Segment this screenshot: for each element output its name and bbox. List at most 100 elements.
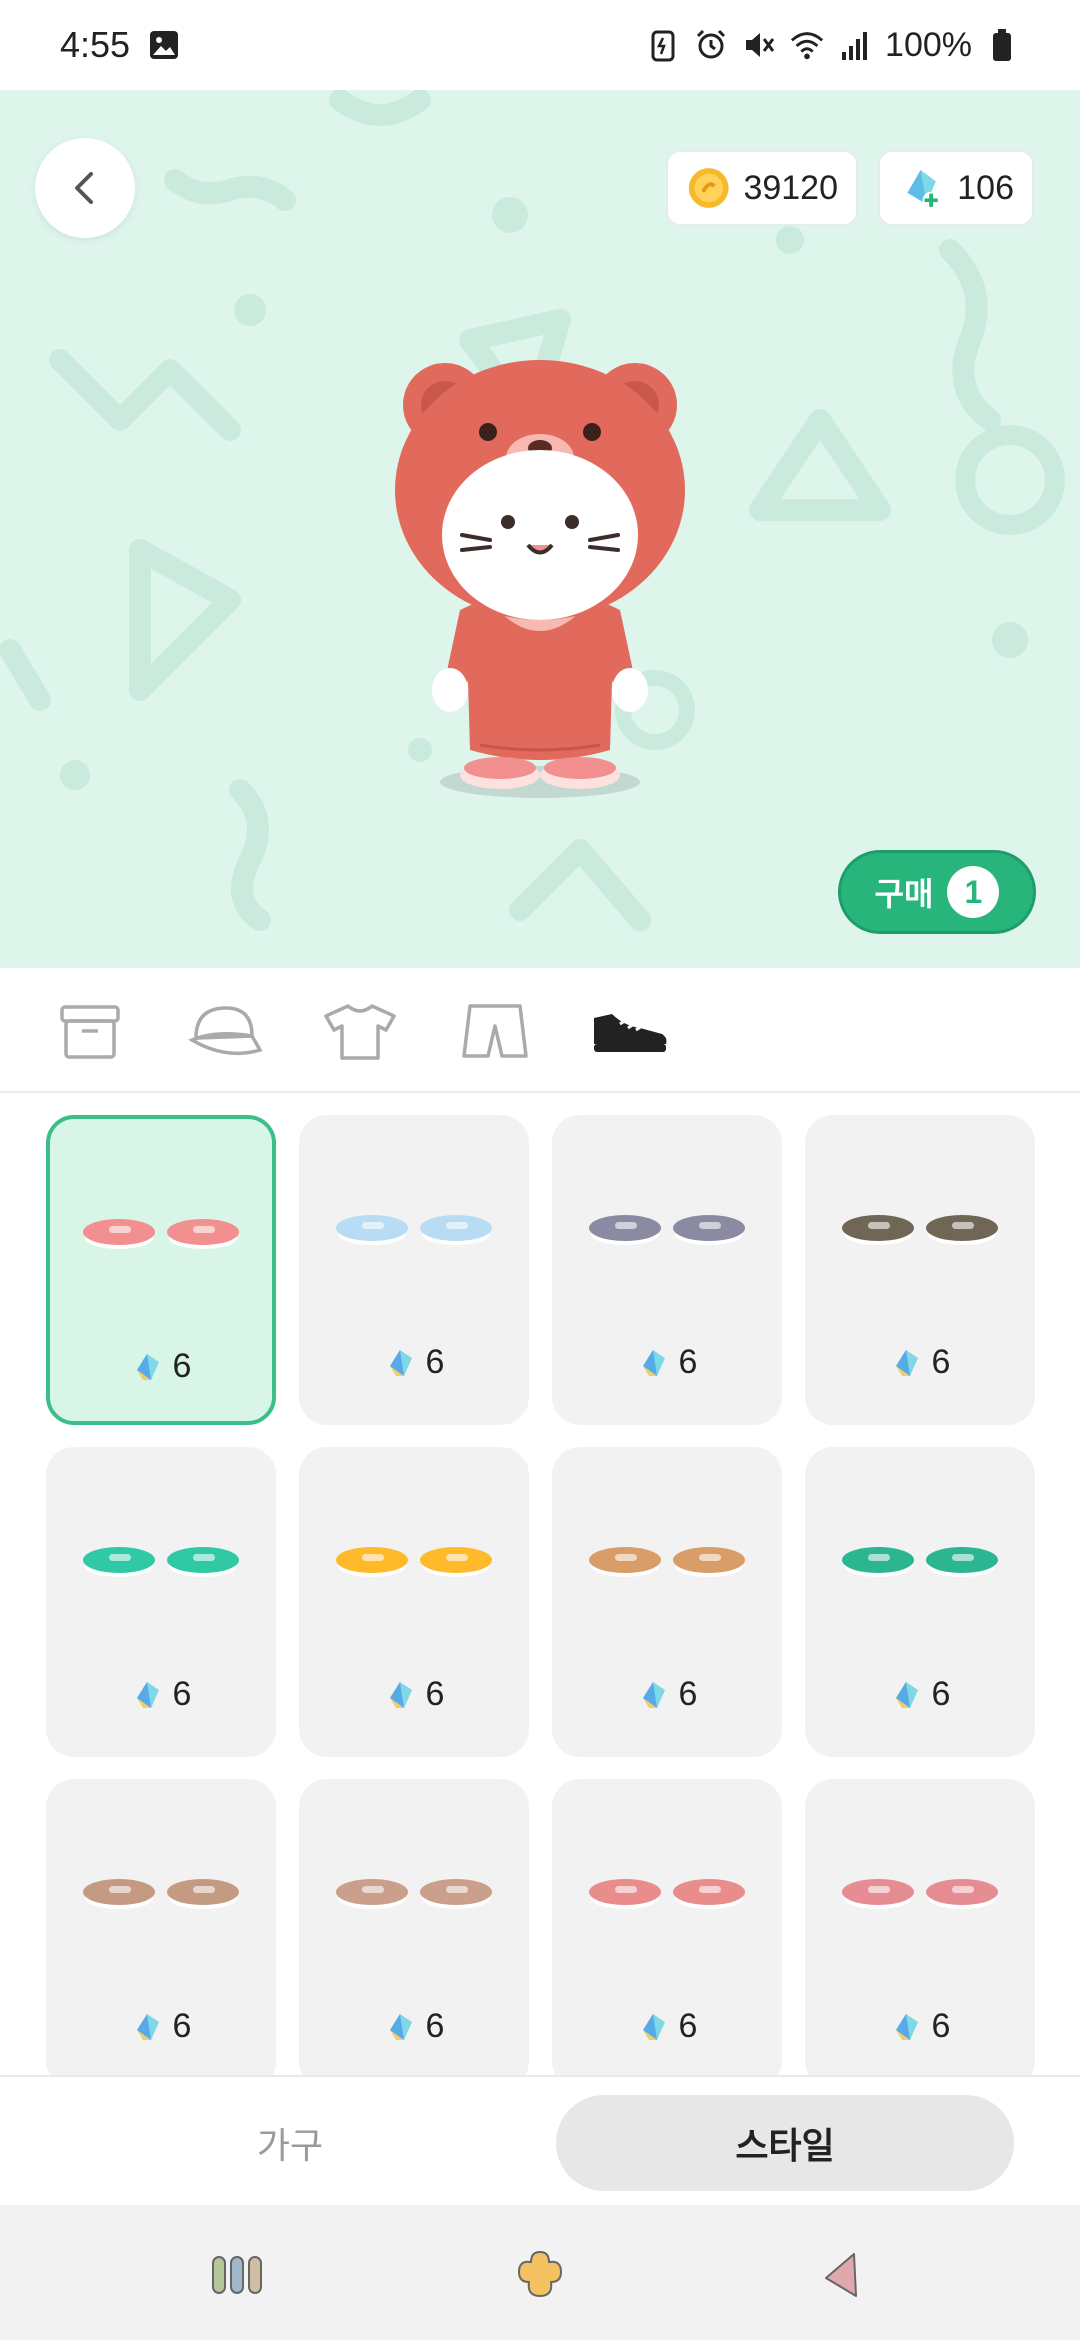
shoe-preview <box>299 1547 529 1587</box>
gem-icon <box>895 2013 918 2040</box>
back-button[interactable] <box>35 138 135 238</box>
shoe-image <box>673 1547 745 1573</box>
chevron-left-icon <box>75 172 93 204</box>
wifi-icon <box>789 27 825 63</box>
gem-icon <box>136 1681 159 1708</box>
back-triangle-icon <box>825 2253 857 2297</box>
status-time: 4:55 <box>60 24 131 65</box>
shoe-image <box>167 1547 239 1573</box>
home-button[interactable] <box>505 2245 575 2305</box>
gem-icon <box>136 1353 159 1380</box>
coin-count: 39120 <box>743 168 838 207</box>
gem-add-icon <box>907 170 940 209</box>
item-price-value: 6 <box>425 2007 445 2045</box>
system-navigation-bar <box>0 2205 1080 2340</box>
shoe-preview <box>552 1547 782 1587</box>
shoe-image <box>842 1215 914 1241</box>
shoe-item-card[interactable]: 6 <box>46 1115 276 1425</box>
item-price-value: 6 <box>931 1343 951 1381</box>
buy-label: 구매 <box>874 876 934 912</box>
shoe-image <box>83 1219 155 1245</box>
buy-count-badge: 1 <box>947 866 1000 918</box>
item-price-value: 6 <box>931 1675 951 1713</box>
shoe-image <box>842 1879 914 1905</box>
shoe-image <box>420 1879 492 1905</box>
shoe-item-card[interactable]: 6 <box>299 1447 529 1757</box>
tab-tops[interactable] <box>320 996 400 1066</box>
tab-shoes[interactable] <box>590 996 670 1066</box>
shoe-image <box>589 1547 661 1573</box>
gem-icon <box>389 1681 412 1708</box>
shoe-image <box>673 1215 745 1241</box>
shoe-item-card[interactable]: 6 <box>46 1779 276 2075</box>
shoe-image <box>83 1879 155 1905</box>
item-price: 6 <box>552 1675 782 1714</box>
item-price-value: 6 <box>678 1675 698 1713</box>
shoe-preview <box>46 1547 276 1587</box>
shoe-preview <box>299 1215 529 1255</box>
coin-icon <box>688 168 729 208</box>
shoe-image <box>336 1215 408 1241</box>
gem-icon <box>136 2013 159 2040</box>
shoe-image <box>589 1215 661 1241</box>
shoe-preview <box>805 1879 1035 1919</box>
shoe-image <box>336 1547 408 1573</box>
gem-icon <box>642 1349 665 1376</box>
recent-apps-icon <box>212 2256 262 2294</box>
sneaker-icon <box>594 1014 667 1052</box>
item-price: 6 <box>552 2007 782 2046</box>
shoe-image <box>167 1219 239 1245</box>
back-nav-button[interactable] <box>805 2245 875 2305</box>
tab-furniture[interactable]: 가구 <box>40 2095 540 2191</box>
coin-balance[interactable]: 39120 <box>666 150 858 226</box>
shoe-image <box>926 1879 998 1905</box>
item-price-value: 6 <box>425 1675 445 1713</box>
shoe-item-card[interactable]: 6 <box>552 1115 782 1425</box>
recent-apps-button[interactable] <box>202 2245 272 2305</box>
shoe-item-card[interactable]: 6 <box>46 1447 276 1757</box>
gem-count: 106 <box>957 168 1014 207</box>
alarm-icon <box>693 27 729 63</box>
category-tabs <box>0 968 1080 1093</box>
shoe-item-card[interactable]: 6 <box>805 1779 1035 2075</box>
shoe-preview <box>552 1879 782 1919</box>
gem-icon <box>389 2013 412 2040</box>
shoe-item-card[interactable]: 6 <box>805 1447 1035 1757</box>
mute-icon <box>741 27 777 63</box>
shoe-item-card[interactable]: 6 <box>299 1115 529 1425</box>
item-price-value: 6 <box>678 2007 698 2045</box>
item-price: 6 <box>46 1675 276 1714</box>
avatar-character <box>395 360 685 798</box>
shoe-item-card[interactable]: 6 <box>552 1447 782 1757</box>
shorts-icon <box>462 1004 528 1058</box>
tab-bottoms[interactable] <box>455 996 535 1066</box>
shoe-item-card[interactable]: 6 <box>299 1779 529 2075</box>
shoe-image <box>83 1547 155 1573</box>
item-price: 6 <box>299 1343 529 1382</box>
gem-icon <box>642 2013 665 2040</box>
battery-saver-icon <box>645 27 681 63</box>
mode-toggle: 가구 스타일 <box>0 2075 1080 2205</box>
tab-style[interactable]: 스타일 <box>556 2095 1014 2191</box>
gem-balance[interactable]: 106 <box>878 150 1034 226</box>
item-price: 6 <box>805 1343 1035 1382</box>
shoe-image <box>926 1215 998 1241</box>
status-bar: 4:55 100% <box>0 0 1080 90</box>
gallery-notification-icon <box>146 27 182 63</box>
item-grid: 6 6 6 6 6 6 6 6 6 6 6 6 <box>0 1095 1080 2075</box>
tshirt-icon <box>324 1004 396 1060</box>
item-price: 6 <box>805 2007 1035 2046</box>
cap-icon <box>188 1006 263 1056</box>
tab-hats[interactable] <box>185 996 265 1066</box>
gem-icon <box>895 1349 918 1376</box>
shoe-item-card[interactable]: 6 <box>805 1115 1035 1425</box>
item-price-value: 6 <box>931 2007 951 2045</box>
buy-button[interactable]: 구매 1 <box>838 850 1036 934</box>
item-price: 6 <box>299 2007 529 2046</box>
shoe-item-card[interactable]: 6 <box>552 1779 782 2075</box>
shoe-image <box>336 1879 408 1905</box>
shoe-preview <box>46 1879 276 1919</box>
tab-storage[interactable] <box>50 996 130 1066</box>
shoe-image <box>842 1547 914 1573</box>
gem-icon <box>642 1681 665 1708</box>
